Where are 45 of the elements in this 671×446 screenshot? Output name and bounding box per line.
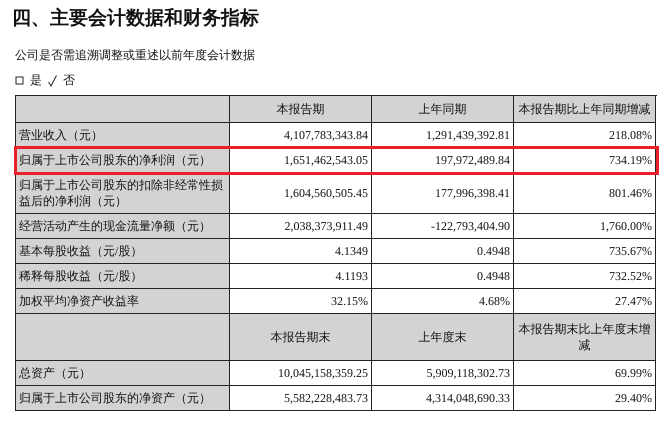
table-cell: 1,651,462,543.05	[230, 148, 372, 173]
table-cell: 1,291,439,392.81	[372, 123, 514, 148]
table-cell: 177,996,398.41	[372, 173, 514, 214]
column-header: 本报告期比上年同期增减	[514, 96, 656, 123]
table-cell: 69.99%	[514, 361, 656, 386]
table-cell: -122,793,404.90	[372, 214, 514, 239]
option-label: 是	[30, 72, 42, 89]
column-header: 上年同期	[372, 96, 514, 123]
column-header: 上年度末	[372, 314, 514, 361]
section-title: 四、主要会计数据和财务指标	[12, 6, 259, 31]
table-cell: 801.46%	[514, 173, 656, 214]
table-cell: 29.40%	[514, 386, 656, 411]
table-cell: 10,045,158,359.25	[230, 361, 372, 386]
table-cell: 0.4948	[372, 264, 514, 289]
table-cell: 218.08%	[514, 123, 656, 148]
row-label: 加权平均净资产收益率	[16, 289, 230, 314]
table-cell: 732.52%	[514, 264, 656, 289]
table-cell: 4.1349	[230, 239, 372, 264]
table-cell: 4.1193	[230, 264, 372, 289]
column-header: 本报告期	[230, 96, 372, 123]
table-cell: 197,972,489.84	[372, 148, 514, 173]
table-cell: 0.4948	[372, 239, 514, 264]
check-icon[interactable]	[48, 74, 57, 86]
checkbox[interactable]	[15, 76, 24, 85]
table-cell: 2,038,373,911.49	[230, 214, 372, 239]
table-cell: 1,760.00%	[514, 214, 656, 239]
question-text: 公司是否需追溯调整或重述以前年度会计数据	[15, 47, 255, 64]
row-label: 经营活动产生的现金流量净额（元）	[16, 214, 230, 239]
table-cell: 1,604,560,505.45	[230, 173, 372, 214]
column-header: 本报告期末	[230, 314, 372, 361]
table-cell: 5,909,118,302.73	[372, 361, 514, 386]
row-label: 总资产（元）	[16, 361, 230, 386]
column-header: 本报告期末比上年度末增减	[514, 314, 656, 361]
row-label: 归属于上市公司股东的扣除非经常性损益后的净利润（元）	[16, 173, 230, 214]
row-label: 稀释每股收益（元/股）	[16, 264, 230, 289]
row-label: 营业收入（元）	[16, 123, 230, 148]
row-label: 归属于上市公司股东的净资产（元）	[16, 386, 230, 411]
table-cell: 734.19%	[514, 148, 656, 173]
row-label: 基本每股收益（元/股）	[16, 239, 230, 264]
table-cell: 4,314,048,690.33	[372, 386, 514, 411]
row-label: 归属于上市公司股东的净利润（元）	[16, 148, 230, 173]
option-label: 否	[63, 72, 75, 89]
table-cell: 4,107,783,343.84	[230, 123, 372, 148]
table-cell: 735.67%	[514, 239, 656, 264]
table-cell: 5,582,228,483.73	[230, 386, 372, 411]
